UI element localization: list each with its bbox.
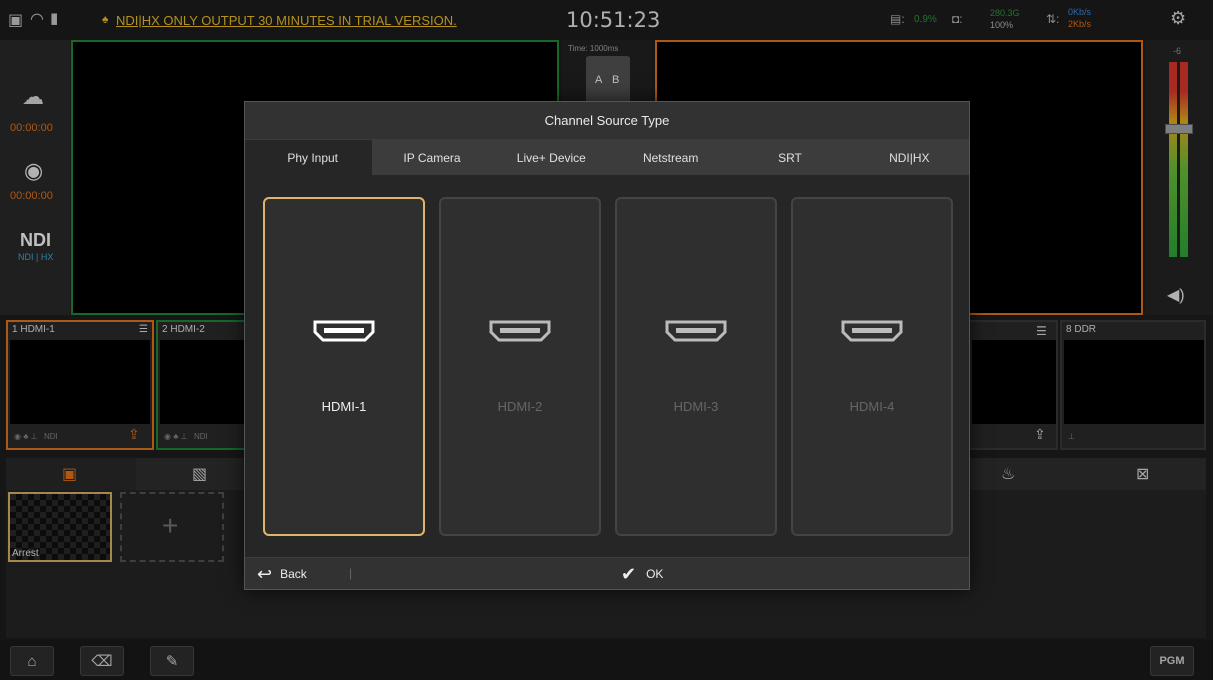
ok-button[interactable]: ✔ OK: [621, 564, 663, 584]
hdmi-icon: [665, 320, 727, 342]
source-label: HDMI-4: [849, 399, 895, 414]
dialog-footer: ↩ Back | ✔ OK: [245, 557, 969, 589]
source-label: HDMI-1: [321, 399, 367, 414]
channel-source-dialog: Channel Source Type Phy Input IP Camera …: [244, 101, 970, 590]
source-label: HDMI-3: [673, 399, 719, 414]
tab-ip-camera[interactable]: IP Camera: [372, 140, 491, 175]
source-type-tabs: Phy Input IP Camera Live+ Device Netstre…: [253, 140, 969, 175]
footer-divider: |: [349, 566, 353, 580]
tab-srt[interactable]: SRT: [730, 140, 849, 175]
ok-label: OK: [646, 567, 664, 581]
source-card-hdmi-3[interactable]: HDMI-3: [615, 197, 777, 536]
tab-netstream[interactable]: Netstream: [611, 140, 730, 175]
source-card-hdmi-1[interactable]: HDMI-1: [263, 197, 425, 536]
dialog-title: Channel Source Type: [245, 102, 969, 140]
back-label: Back: [280, 567, 307, 581]
check-icon: ✔: [621, 563, 637, 584]
back-icon: ↩: [257, 563, 273, 584]
tab-ndi-hx[interactable]: NDI|HX: [850, 140, 969, 175]
hdmi-icon: [841, 320, 903, 342]
tab-phy-input[interactable]: Phy Input: [253, 140, 373, 175]
tab-live-device[interactable]: Live+ Device: [492, 140, 611, 175]
source-label: HDMI-2: [497, 399, 543, 414]
hdmi-icon: [489, 320, 551, 342]
source-card-hdmi-2[interactable]: HDMI-2: [439, 197, 601, 536]
hdmi-icon: [313, 320, 375, 342]
back-button[interactable]: ↩ Back: [257, 564, 307, 584]
source-card-hdmi-4[interactable]: HDMI-4: [791, 197, 953, 536]
